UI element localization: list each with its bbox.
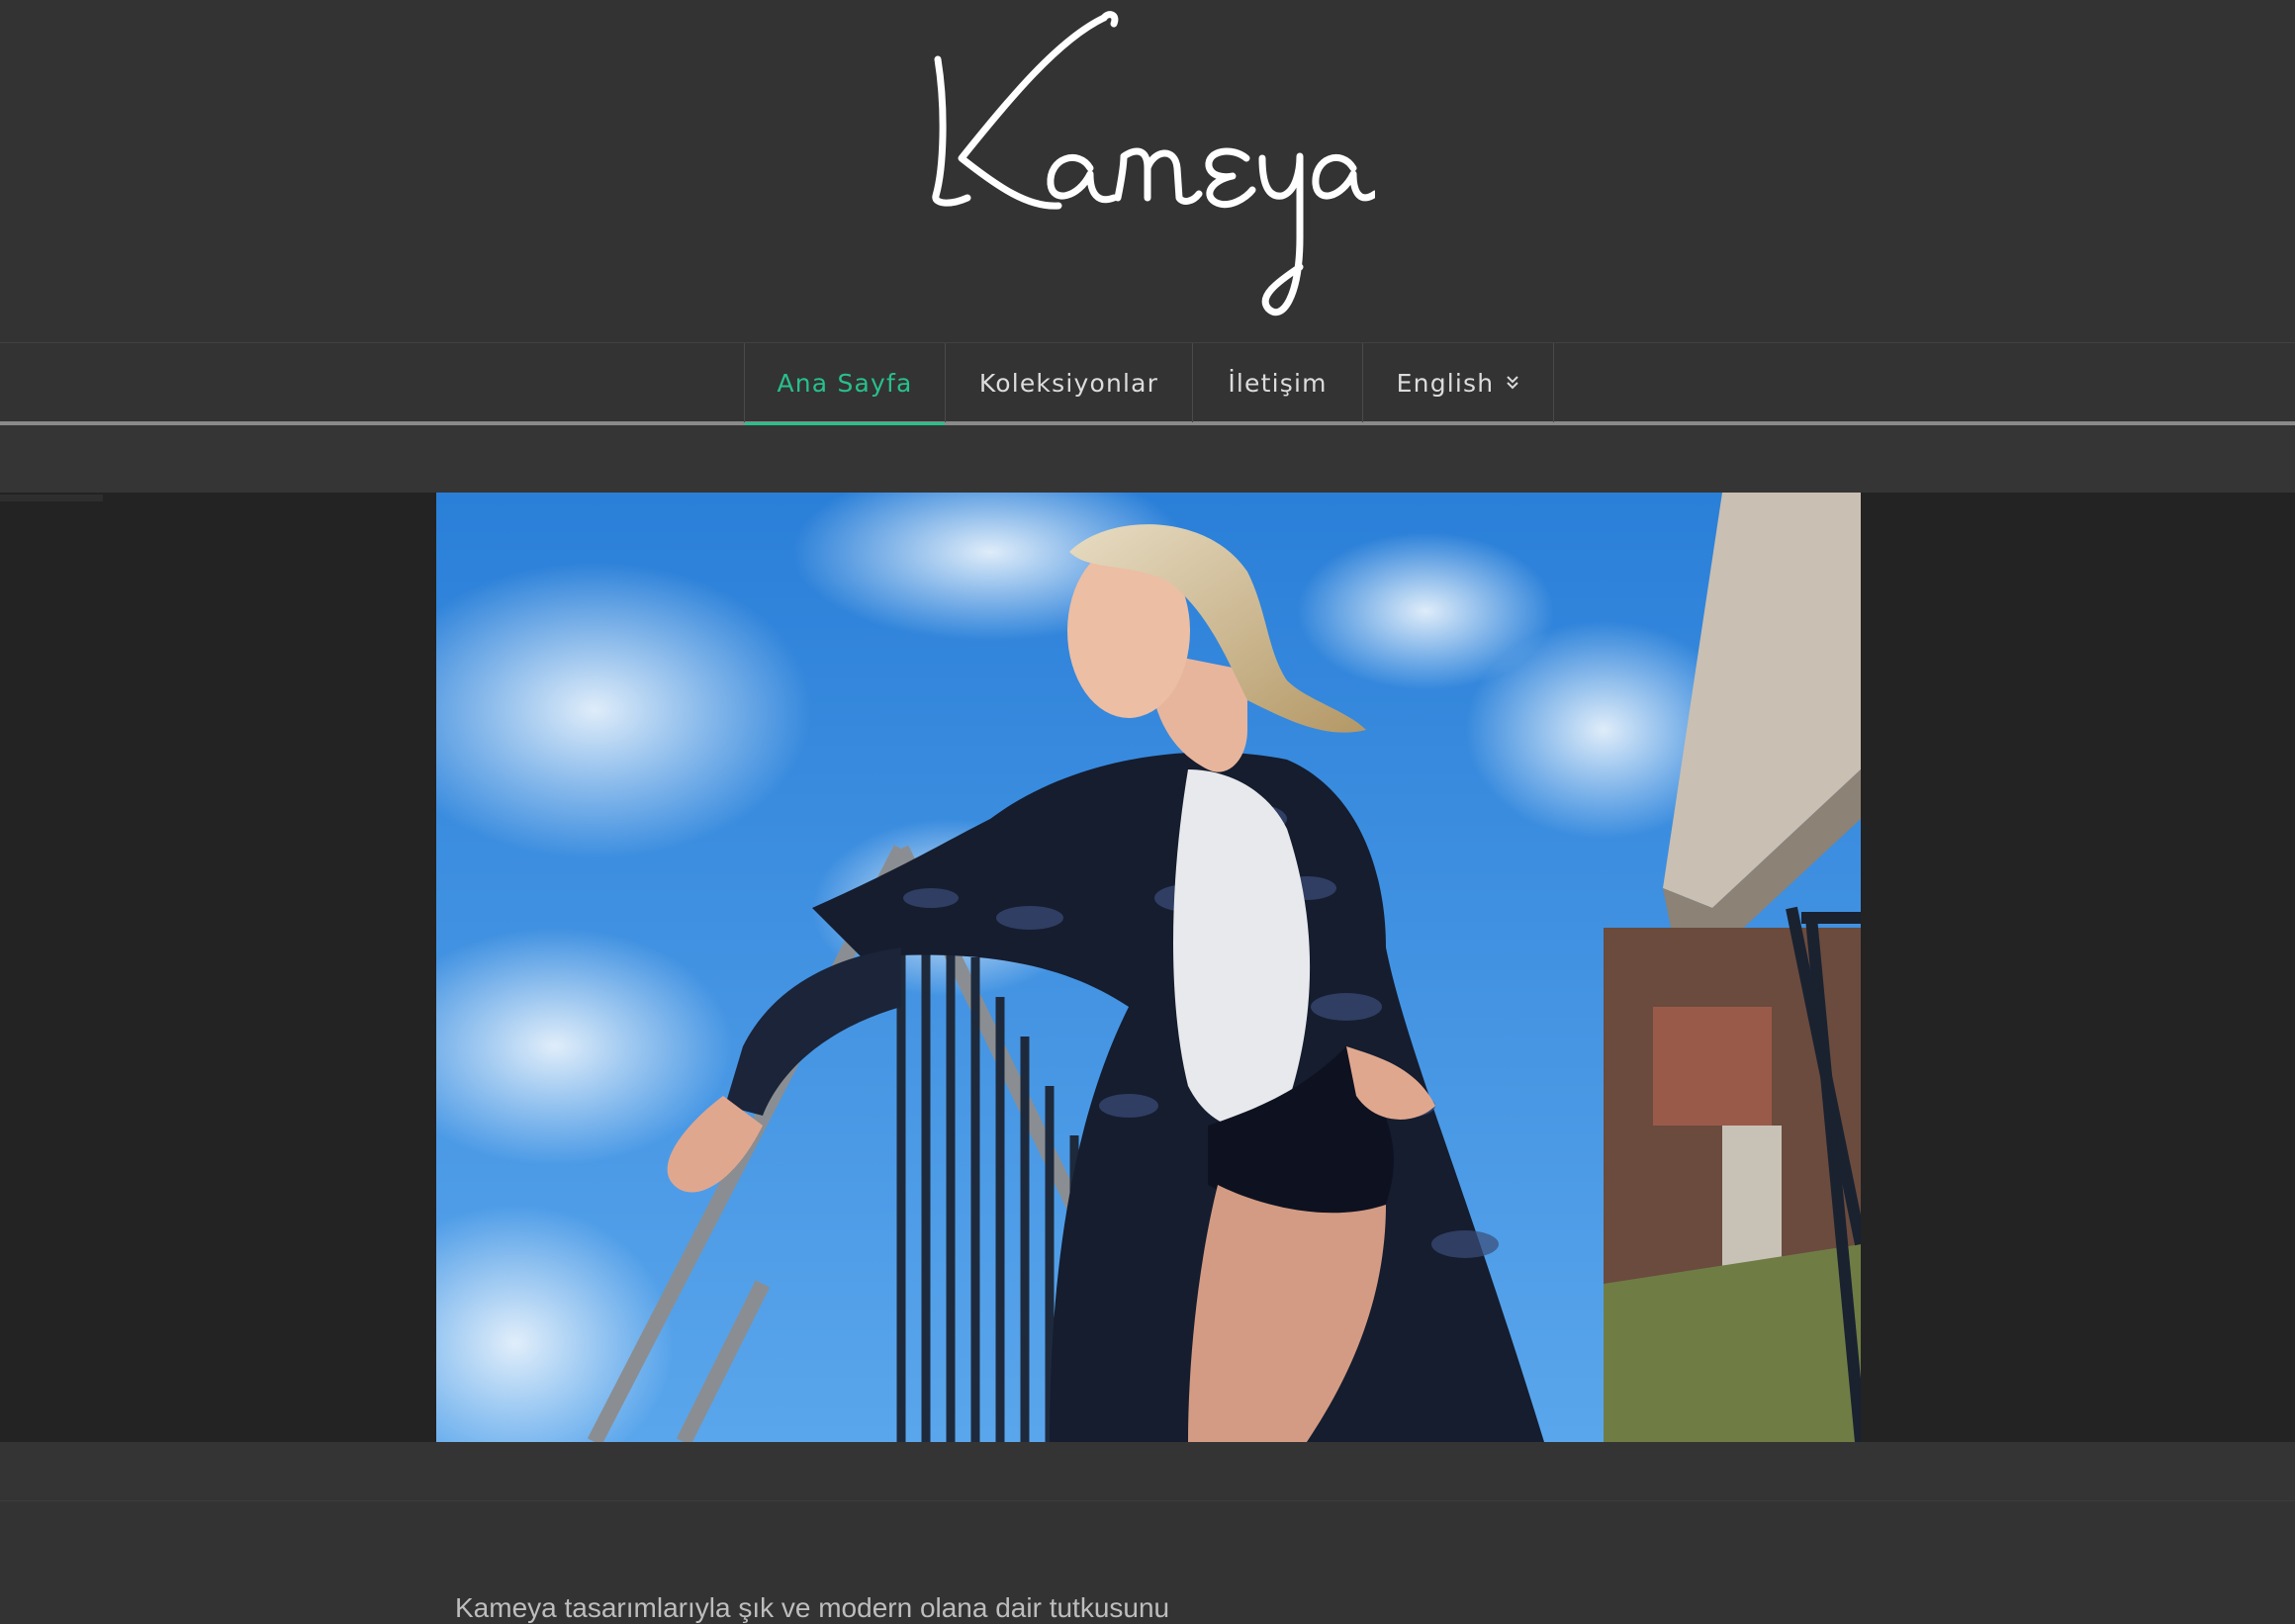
band-divider — [0, 495, 103, 501]
section-divider-strip — [0, 1442, 2295, 1501]
intro-paragraph: Kameya tasarımlarıyla şık ve modern olan… — [455, 1592, 1170, 1623]
nav-item-collections[interactable]: Koleksiyonlar — [946, 343, 1193, 422]
nav-item-language[interactable]: English — [1363, 343, 1554, 422]
nav-menu: Ana Sayfa Koleksiyonlar İletişim English — [744, 343, 1554, 426]
nav-item-label: Koleksiyonlar — [978, 368, 1159, 398]
sub-nav-strip — [0, 425, 2295, 493]
double-chevron-down-icon — [1507, 376, 1519, 390]
nav-item-label: İletişim — [1228, 368, 1328, 398]
nav-item-label: English — [1396, 368, 1495, 398]
nav-item-label: Ana Sayfa — [777, 368, 913, 398]
kameya-logo-script — [932, 11, 1375, 316]
main-navigation: Ana Sayfa Koleksiyonlar İletişim English — [0, 342, 2295, 426]
hero-image — [436, 493, 1861, 1442]
nav-item-contact[interactable]: İletişim — [1193, 343, 1363, 422]
nav-item-home[interactable]: Ana Sayfa — [745, 343, 946, 426]
site-header — [0, 0, 2295, 342]
site-logo[interactable] — [920, 0, 1375, 326]
hero-photo-model-on-stairs — [436, 493, 1861, 1442]
